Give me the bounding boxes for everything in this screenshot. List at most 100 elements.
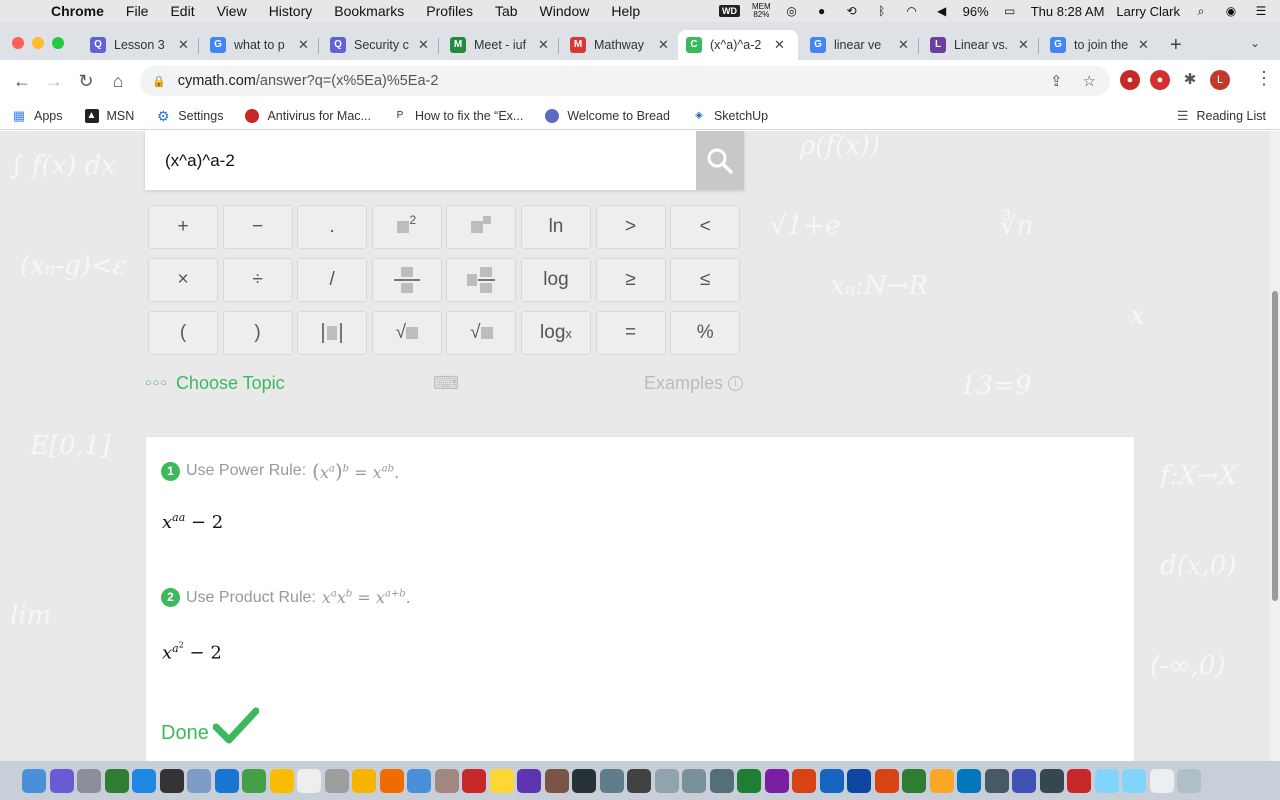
- bookmark-msn[interactable]: ▲ MSN: [84, 108, 134, 123]
- memory-indicator[interactable]: MEM 82%: [752, 3, 771, 19]
- examples-link[interactable]: Examples i: [644, 373, 743, 394]
- close-tab-icon[interactable]: ✕: [658, 37, 669, 53]
- bookmark-bread[interactable]: Welcome to Bread: [545, 108, 670, 123]
- siri-icon[interactable]: [49, 768, 74, 793]
- document-icon[interactable]: [1149, 768, 1174, 793]
- safari-icon[interactable]: [214, 768, 239, 793]
- bookmark-settings[interactable]: ⚙ Settings: [156, 109, 223, 123]
- app-icon[interactable]: [517, 768, 541, 793]
- close-tab-icon[interactable]: ✕: [1138, 37, 1149, 53]
- menu-help[interactable]: Help: [600, 3, 651, 19]
- scrollbar-thumb[interactable]: [1272, 291, 1278, 601]
- close-tab-icon[interactable]: ✕: [774, 37, 785, 53]
- powerpoint-icon[interactable]: [874, 768, 899, 793]
- search-button[interactable]: [696, 131, 744, 190]
- key-plus[interactable]: +: [148, 205, 218, 249]
- garageband-icon[interactable]: [544, 768, 569, 793]
- user-name[interactable]: Larry Clark: [1116, 4, 1180, 19]
- key-ln[interactable]: ln: [520, 205, 591, 249]
- puzzle-icon[interactable]: ✱: [1180, 70, 1200, 90]
- powerpoint-icon[interactable]: [792, 768, 816, 793]
- app-icon[interactable]: [654, 768, 679, 793]
- choose-topic-link[interactable]: ○○○ Choose Topic: [145, 373, 285, 394]
- books-icon[interactable]: [379, 768, 404, 793]
- acrobat-icon[interactable]: [1067, 768, 1091, 793]
- menu-app-name[interactable]: Chrome: [40, 3, 115, 19]
- cpu-icon[interactable]: ◎: [783, 4, 801, 18]
- app-icon[interactable]: [682, 768, 706, 793]
- close-tab-icon[interactable]: ✕: [538, 37, 549, 53]
- close-tab-icon[interactable]: ✕: [418, 37, 429, 53]
- app-icon[interactable]: [462, 768, 486, 793]
- menu-bookmarks[interactable]: Bookmarks: [323, 3, 415, 19]
- menu-file[interactable]: File: [115, 3, 160, 19]
- key-open-paren[interactable]: (: [148, 311, 218, 355]
- app-icon[interactable]: [627, 768, 651, 793]
- battery-icon[interactable]: ▭: [1001, 4, 1019, 18]
- bookmark-how-to-fix[interactable]: P How to fix the “Ex...: [393, 109, 524, 123]
- preview-icon[interactable]: [187, 768, 211, 793]
- finder-icon[interactable]: [22, 768, 46, 793]
- bookmark-sketchup[interactable]: ◈ SketchUp: [692, 109, 768, 123]
- math-input[interactable]: [145, 131, 696, 190]
- app-icon[interactable]: [159, 768, 184, 793]
- key-less[interactable]: <: [670, 205, 741, 249]
- tab-cymath-active[interactable]: C (x^a)^a-2 ✕: [678, 30, 798, 60]
- word-icon[interactable]: [819, 768, 844, 793]
- app-icon[interactable]: [407, 768, 431, 793]
- key-absolute[interactable]: [297, 311, 368, 355]
- menu-window[interactable]: Window: [529, 3, 601, 19]
- extension-icon[interactable]: ●: [1120, 70, 1140, 90]
- app-icon[interactable]: [929, 768, 954, 793]
- tab-mathway[interactable]: M Mathway ✕: [562, 30, 669, 60]
- close-tab-icon[interactable]: ✕: [1018, 37, 1029, 53]
- system-preferences-icon[interactable]: [599, 768, 624, 793]
- key-nth-root[interactable]: √: [446, 311, 517, 355]
- notification-center-icon[interactable]: ☰: [1252, 4, 1270, 18]
- wd-drive-icon[interactable]: WD: [719, 5, 740, 17]
- bookmark-apps[interactable]: ▦ Apps: [12, 108, 63, 123]
- back-icon[interactable]: ←: [6, 71, 38, 92]
- folder-icon[interactable]: [1122, 768, 1146, 793]
- key-times[interactable]: ×: [148, 258, 218, 302]
- launchpad-icon[interactable]: [77, 768, 101, 793]
- chrome-icon[interactable]: [269, 768, 294, 793]
- close-tab-icon[interactable]: ✕: [898, 37, 909, 53]
- forward-icon[interactable]: →: [38, 71, 70, 92]
- key-log[interactable]: log: [520, 258, 591, 302]
- app-icon[interactable]: [984, 768, 1009, 793]
- app-icon[interactable]: [1039, 768, 1064, 793]
- tab-linear-search[interactable]: G linear ve ✕: [802, 30, 909, 60]
- word-icon[interactable]: [847, 768, 871, 793]
- app-icon[interactable]: [324, 768, 349, 793]
- messages-icon[interactable]: [242, 768, 266, 793]
- home-icon[interactable]: ⌂: [102, 71, 134, 92]
- key-slash[interactable]: /: [297, 258, 368, 302]
- close-tab-icon[interactable]: ✕: [298, 37, 309, 53]
- key-greater[interactable]: >: [595, 205, 666, 249]
- trash-icon[interactable]: [1177, 768, 1201, 793]
- clock[interactable]: Thu 8:28 AM: [1031, 4, 1105, 19]
- wifi-icon[interactable]: ◠: [903, 4, 921, 18]
- app-icon[interactable]: [709, 768, 734, 793]
- key-close-paren[interactable]: ): [222, 311, 293, 355]
- zoom-window-button[interactable]: [52, 37, 64, 49]
- key-greater-equal[interactable]: ≥: [595, 258, 666, 302]
- key-equals[interactable]: =: [595, 311, 666, 355]
- key-divide[interactable]: ÷: [222, 258, 293, 302]
- close-tab-icon[interactable]: ✕: [178, 37, 189, 53]
- tab-meet[interactable]: M Meet - iuf ✕: [442, 30, 549, 60]
- app-icon[interactable]: [104, 768, 129, 793]
- app-icon[interactable]: [957, 768, 981, 793]
- key-minus[interactable]: −: [222, 205, 293, 249]
- menu-history[interactable]: History: [258, 3, 324, 19]
- key-square[interactable]: 2: [371, 205, 442, 249]
- spotlight-icon[interactable]: ⌕: [1192, 4, 1210, 18]
- tab-join[interactable]: G to join the ✕: [1042, 30, 1149, 60]
- onenote-icon[interactable]: [764, 768, 789, 793]
- siri-icon[interactable]: ◉: [1222, 4, 1240, 18]
- key-decimal[interactable]: .: [297, 205, 368, 249]
- reload-icon[interactable]: ↻: [70, 71, 102, 92]
- excel-icon[interactable]: [737, 768, 761, 793]
- keyboard-icon[interactable]: ⌨: [433, 373, 459, 394]
